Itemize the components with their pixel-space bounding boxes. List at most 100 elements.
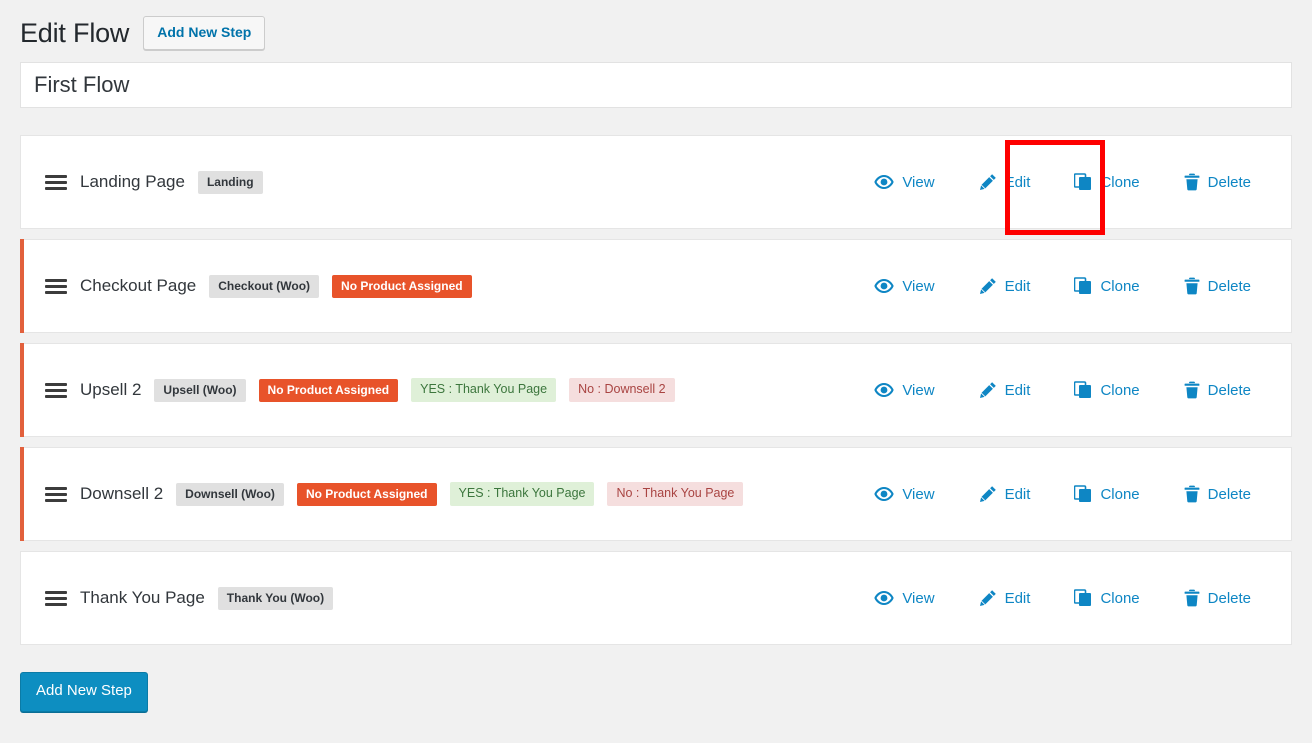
- trash-icon: [1184, 381, 1200, 399]
- step-badge-yes: YES : Thank You Page: [411, 378, 556, 402]
- drag-handle-icon[interactable]: [45, 279, 67, 294]
- trash-icon: [1184, 485, 1200, 503]
- action-view-button[interactable]: View: [852, 174, 956, 191]
- step-badge-no: No : Downsell 2: [569, 378, 675, 402]
- action-label: View: [902, 486, 934, 503]
- action-label: Edit: [1005, 278, 1031, 295]
- flow-title-input[interactable]: First Flow: [20, 62, 1292, 108]
- action-clone-button[interactable]: Clone: [1052, 589, 1161, 607]
- step-badge-yes: YES : Thank You Page: [450, 482, 595, 506]
- action-delete-button[interactable]: Delete: [1162, 485, 1273, 503]
- eye-icon: [874, 382, 894, 398]
- pencil-icon: [979, 381, 997, 399]
- action-label: View: [902, 590, 934, 607]
- action-clone-button[interactable]: Clone: [1052, 381, 1161, 399]
- action-view-button[interactable]: View: [852, 278, 956, 295]
- add-new-step-button-bottom[interactable]: Add New Step: [20, 672, 148, 712]
- edit-flow-page: Edit Flow Add New Step First Flow Landin…: [0, 0, 1312, 743]
- action-delete-button[interactable]: Delete: [1162, 173, 1273, 191]
- pencil-icon: [979, 173, 997, 191]
- step-badge-type: Checkout (Woo): [209, 275, 319, 298]
- drag-handle-icon[interactable]: [45, 591, 67, 606]
- action-label: Edit: [1005, 382, 1031, 399]
- step-actions: View Edit Clone Delete: [852, 589, 1273, 607]
- step-badge-warn: No Product Assigned: [297, 483, 437, 506]
- step-row: Upsell 2 Upsell (Woo) No Product Assigned Y…: [20, 343, 1292, 437]
- step-badge-warn: No Product Assigned: [259, 379, 399, 402]
- step-row: Downsell 2Downsell (Woo)No Product Assig…: [20, 447, 1292, 541]
- drag-handle-icon[interactable]: [45, 383, 67, 398]
- step-name: Downsell 2: [80, 484, 163, 504]
- trash-icon: [1184, 173, 1200, 191]
- copy-icon: [1074, 589, 1092, 607]
- action-label: View: [902, 382, 934, 399]
- action-label: Clone: [1100, 278, 1139, 295]
- eye-icon: [874, 278, 894, 294]
- step-badge-warn: No Product Assigned: [332, 275, 472, 298]
- step-name: Upsell 2: [80, 380, 141, 400]
- step-actions: View Edit Clone Delete: [852, 381, 1273, 399]
- copy-icon: [1074, 277, 1092, 295]
- action-delete-button[interactable]: Delete: [1162, 381, 1273, 399]
- drag-handle-icon[interactable]: [45, 487, 67, 502]
- pencil-icon: [979, 277, 997, 295]
- step-badge-type: Landing: [198, 171, 263, 194]
- step-name: Thank You Page: [80, 588, 205, 608]
- step-actions: View Edit Clone Delete: [852, 277, 1273, 295]
- action-label: Clone: [1100, 486, 1139, 503]
- action-view-button[interactable]: View: [852, 382, 956, 399]
- page-header: Edit Flow Add New Step: [20, 0, 1292, 58]
- action-view-button[interactable]: View: [852, 590, 956, 607]
- pencil-icon: [979, 589, 997, 607]
- action-edit-button[interactable]: Edit: [957, 381, 1053, 399]
- page-title: Edit Flow: [20, 17, 129, 49]
- action-clone-button[interactable]: Clone: [1052, 173, 1161, 191]
- step-info: Landing Page Landing: [45, 171, 263, 194]
- step-row: Thank You Page Thank You (Woo) View Edit Clo…: [20, 551, 1292, 645]
- action-label: View: [902, 174, 934, 191]
- action-label: Edit: [1005, 486, 1031, 503]
- action-label: Delete: [1208, 590, 1251, 607]
- step-name: Checkout Page: [80, 276, 196, 296]
- drag-handle-icon[interactable]: [45, 175, 67, 190]
- action-label: Clone: [1100, 382, 1139, 399]
- eye-icon: [874, 174, 894, 190]
- action-delete-button[interactable]: Delete: [1162, 277, 1273, 295]
- step-row: Landing Page Landing View Edit Clone Delete: [20, 135, 1292, 229]
- action-label: Edit: [1005, 174, 1031, 191]
- add-new-step-button-top[interactable]: Add New Step: [143, 16, 265, 50]
- action-edit-button[interactable]: Edit: [957, 485, 1053, 503]
- step-badge-no: No : Thank You Page: [607, 482, 743, 506]
- action-label: Clone: [1100, 174, 1139, 191]
- action-view-button[interactable]: View: [852, 486, 956, 503]
- action-edit-button[interactable]: Edit: [957, 589, 1053, 607]
- flow-title-value: First Flow: [34, 72, 129, 98]
- step-info: Downsell 2Downsell (Woo)No Product Assig…: [45, 482, 743, 506]
- eye-icon: [874, 590, 894, 606]
- step-actions: View Edit Clone Delete: [852, 485, 1273, 503]
- action-label: View: [902, 278, 934, 295]
- action-label: Edit: [1005, 590, 1031, 607]
- action-label: Delete: [1208, 486, 1251, 503]
- step-badge-type: Upsell (Woo): [154, 379, 245, 402]
- step-info: Checkout Page Checkout (Woo) No Product As…: [45, 275, 472, 298]
- trash-icon: [1184, 589, 1200, 607]
- copy-icon: [1074, 173, 1092, 191]
- copy-icon: [1074, 381, 1092, 399]
- copy-icon: [1074, 485, 1092, 503]
- action-edit-button[interactable]: Edit: [957, 173, 1053, 191]
- action-label: Delete: [1208, 278, 1251, 295]
- step-row: Checkout Page Checkout (Woo) No Product As…: [20, 239, 1292, 333]
- step-name: Landing Page: [80, 172, 185, 192]
- action-clone-button[interactable]: Clone: [1052, 485, 1161, 503]
- action-edit-button[interactable]: Edit: [957, 277, 1053, 295]
- step-badge-type: Thank You (Woo): [218, 587, 333, 610]
- action-label: Clone: [1100, 590, 1139, 607]
- action-delete-button[interactable]: Delete: [1162, 589, 1273, 607]
- step-info: Upsell 2 Upsell (Woo) No Product Assigned Y…: [45, 378, 675, 402]
- pencil-icon: [979, 485, 997, 503]
- action-clone-button[interactable]: Clone: [1052, 277, 1161, 295]
- trash-icon: [1184, 277, 1200, 295]
- action-label: Delete: [1208, 174, 1251, 191]
- action-label: Delete: [1208, 382, 1251, 399]
